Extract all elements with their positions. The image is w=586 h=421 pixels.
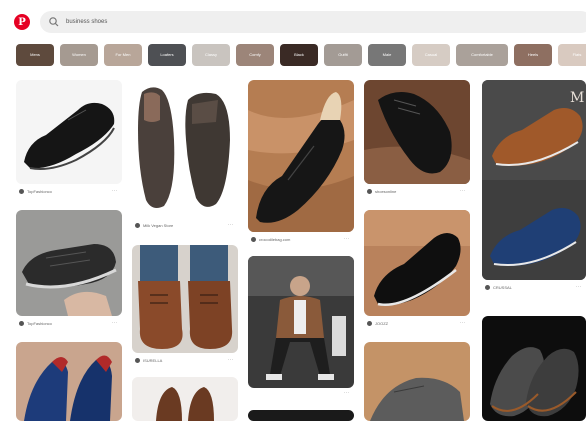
chip-loafers[interactable]: Loafers: [148, 44, 186, 66]
chip-classy[interactable]: Classy: [192, 44, 230, 66]
pin-source[interactable]: crocodilebag.com: [259, 237, 290, 242]
pin-image[interactable]: [248, 80, 354, 232]
pin-image[interactable]: [16, 80, 122, 184]
woven-leather-sneaker-image: [16, 210, 122, 316]
chip-mens[interactable]: Mens: [16, 44, 54, 66]
pin-card[interactable]: TopFashionco ···: [16, 80, 122, 198]
pin-image[interactable]: [132, 80, 238, 218]
pin-image[interactable]: [364, 342, 470, 421]
pin-card[interactable]: [482, 316, 586, 421]
avatar: [367, 320, 372, 326]
pin-image[interactable]: M: [482, 80, 586, 280]
chip-flats[interactable]: Flats: [558, 44, 586, 66]
more-options-icon[interactable]: ···: [228, 357, 235, 363]
chip-male[interactable]: Male: [368, 44, 406, 66]
pin-source[interactable]: JOOZZ: [375, 321, 388, 326]
pin-meta: ISURELLA ···: [132, 355, 238, 365]
brown-derby-pair-image: [132, 80, 238, 218]
more-options-icon[interactable]: ···: [460, 188, 467, 194]
pin-image[interactable]: [16, 342, 122, 421]
avatar: [135, 222, 140, 228]
more-options-icon[interactable]: ···: [112, 320, 119, 326]
pin-meta: Milk Vegan Store ···: [132, 220, 238, 230]
avatar: [367, 188, 372, 194]
pin-meta: TopFashionco ···: [16, 186, 122, 196]
chip-outfit[interactable]: Outfit: [324, 44, 362, 66]
pin-image[interactable]: [364, 210, 470, 316]
black-brown-oxford-dark-image: [482, 316, 586, 421]
pin-card[interactable]: M CRUSSAL ···: [482, 80, 586, 295]
more-options-icon[interactable]: ···: [460, 320, 467, 326]
pin-source[interactable]: shoesonline: [375, 189, 396, 194]
black-oxford-shoe-image: [16, 80, 122, 184]
pin-image[interactable]: [364, 80, 470, 184]
pin-card[interactable]: [16, 342, 122, 421]
avatar: [19, 320, 24, 326]
more-options-icon[interactable]: ···: [576, 284, 583, 290]
guided-search-chips: Mens Women For Men Loafers Classy Comfy Black O…: [16, 44, 586, 66]
pin-meta: JOOZZ ···: [364, 318, 470, 328]
pin-meta: TopFashionco ···: [16, 318, 122, 328]
pin-image[interactable]: [16, 210, 122, 316]
pin-image[interactable]: [248, 256, 354, 388]
top-bar: P business shoes: [0, 0, 586, 40]
pin-card[interactable]: JOOZZ ···: [364, 210, 470, 330]
chip-heels[interactable]: Heels: [514, 44, 552, 66]
chip-for-men[interactable]: For Men: [104, 44, 142, 66]
chip-women[interactable]: Women: [60, 44, 98, 66]
chip-black[interactable]: Black: [280, 44, 318, 66]
avatar: [19, 188, 24, 194]
pin-source[interactable]: ISURELLA: [143, 358, 162, 363]
pin-source[interactable]: Milk Vegan Store: [143, 223, 173, 228]
search-bar[interactable]: business shoes: [40, 11, 586, 33]
avatar: [135, 357, 140, 363]
pinterest-logo-icon[interactable]: P: [14, 14, 30, 30]
pin-card[interactable]: [132, 377, 238, 421]
svg-text:M: M: [570, 90, 584, 106]
search-input[interactable]: business shoes: [66, 19, 107, 25]
man-brown-jacket-image: [248, 256, 354, 388]
pin-card[interactable]: [248, 410, 354, 421]
pin-image[interactable]: [132, 377, 238, 421]
pin-source[interactable]: CRUSSAL: [493, 285, 512, 290]
more-options-icon[interactable]: ···: [344, 390, 351, 396]
pin-meta: ···: [248, 388, 354, 398]
pin-card[interactable]: Milk Vegan Store ···: [132, 80, 238, 232]
blue-red-dress-shoes-image: [16, 342, 122, 421]
pin-meta: shoesonline ···: [364, 186, 470, 196]
pin-image[interactable]: [482, 316, 586, 421]
more-options-icon[interactable]: ···: [228, 222, 235, 228]
pin-card[interactable]: ···: [248, 256, 354, 400]
pin-source[interactable]: TopFashionco: [27, 189, 52, 194]
search-icon: [49, 17, 59, 27]
black-oxford-brown-leather-image: [364, 80, 470, 184]
more-options-icon[interactable]: ···: [112, 188, 119, 194]
pin-card[interactable]: crocodilebag.com ···: [248, 80, 354, 246]
pin-card[interactable]: ISURELLA ···: [132, 245, 238, 367]
chip-comfy[interactable]: Comfy: [236, 44, 274, 66]
pin-image[interactable]: [248, 410, 354, 421]
avatar: [251, 236, 256, 242]
pin-meta: CRUSSAL ···: [482, 282, 586, 292]
avatar: [485, 284, 490, 290]
pin-card[interactable]: [364, 342, 470, 421]
brown-boots-jeans-image: [132, 245, 238, 353]
black-brogue-on-fabric-image: [248, 80, 354, 232]
chip-casual[interactable]: Casual: [412, 44, 450, 66]
brown-shoes-pair-image: [132, 377, 238, 421]
more-options-icon[interactable]: ···: [344, 236, 351, 242]
brown-blue-shoes-collage-image: M: [482, 80, 586, 280]
chip-comfortable[interactable]: Comfortable: [456, 44, 508, 66]
black-loafer-wood-image: [364, 210, 470, 316]
pin-card[interactable]: shoesonline ···: [364, 80, 470, 198]
pin-card[interactable]: TopFashionco ···: [16, 210, 122, 330]
pin-meta: crocodilebag.com ···: [248, 234, 354, 244]
grey-shoe-wood-image: [364, 342, 470, 421]
pin-source[interactable]: TopFashionco: [27, 321, 52, 326]
pin-image[interactable]: [132, 245, 238, 353]
